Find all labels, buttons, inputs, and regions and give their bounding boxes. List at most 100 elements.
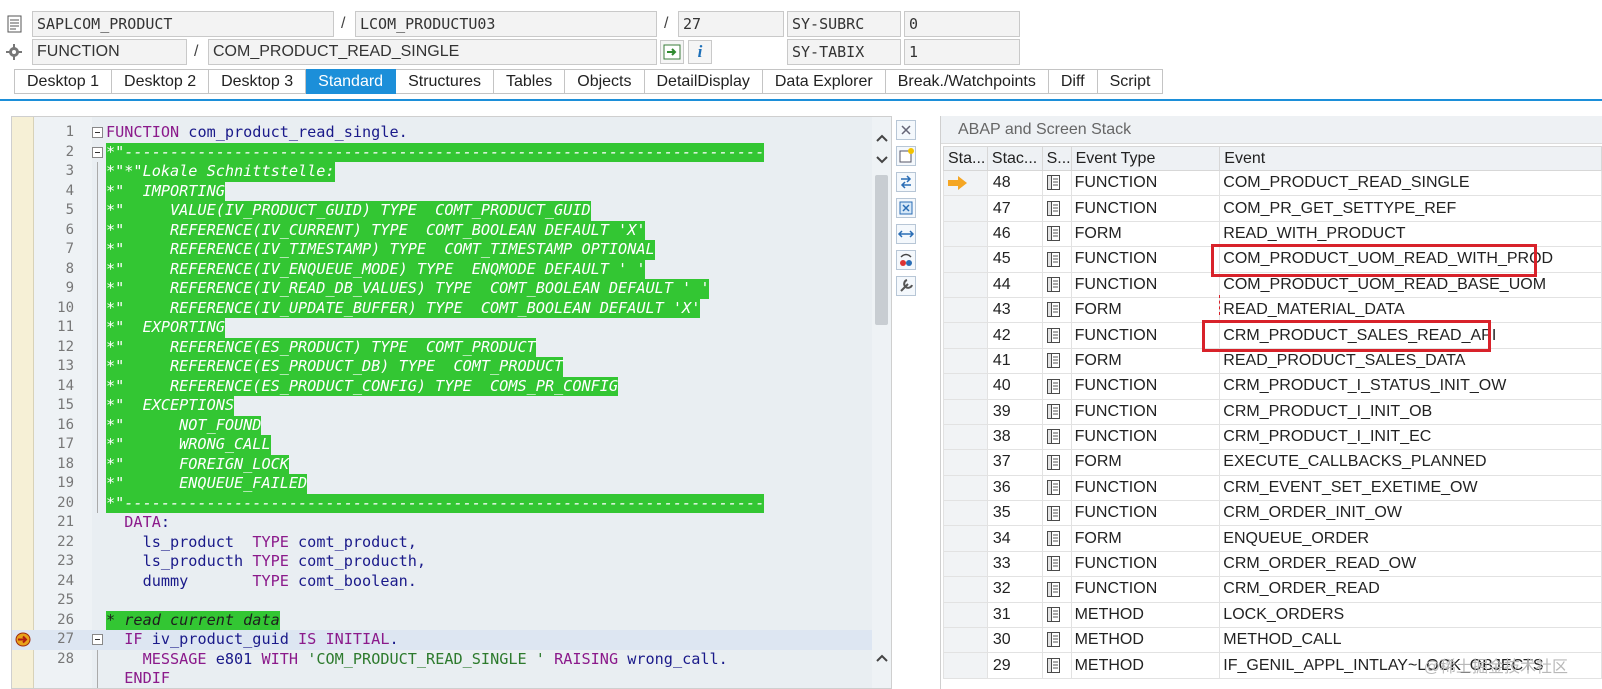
stack-level-cell[interactable]: 38 (986, 423, 1043, 451)
table-row[interactable]: 30 METHOD METHOD_CALL (943, 627, 1602, 654)
event-type-cell[interactable]: FUNCTION (1070, 373, 1221, 400)
table-row[interactable]: 48 FUNCTION COM_PRODUCT_READ_SINGLE (943, 169, 1602, 197)
stack-level-cell[interactable]: 48 (986, 169, 1043, 197)
event-cell[interactable]: METHOD_CALL (1219, 627, 1602, 654)
tab-desktop-1[interactable]: Desktop 1 (14, 69, 113, 94)
source-icon-cell[interactable] (1041, 296, 1072, 324)
event-cell[interactable]: EXECUTE_CALLBACKS_PLANNED (1219, 449, 1602, 476)
code-line[interactable]: 18 *" FOREIGN_LOCK (12, 454, 872, 474)
code-line[interactable]: 6 *" REFERENCE(IV_CURRENT) TYPE COMT_BOOL… (12, 220, 872, 240)
source-icon-cell[interactable] (1041, 246, 1072, 273)
code-line[interactable]: 11 *" EXPORTING (12, 318, 872, 338)
sysvar-value-field[interactable]: 0 (904, 11, 1020, 37)
event-type-cell[interactable]: FUNCTION (1070, 195, 1221, 222)
event-type-cell[interactable]: FUNCTION (1070, 550, 1221, 578)
table-row[interactable]: 37 FORM EXECUTE_CALLBACKS_PLANNED (943, 449, 1602, 476)
table-row[interactable]: 38 FUNCTION CRM_PRODUCT_I_INIT_EC (943, 423, 1602, 451)
stack-level-cell[interactable]: 47 (986, 195, 1043, 222)
event-type-cell[interactable]: FUNCTION (1070, 474, 1221, 502)
event-type-field[interactable]: FUNCTION (32, 39, 187, 65)
display-source-button[interactable] (660, 40, 684, 64)
maximize-tool-button[interactable] (896, 198, 916, 218)
event-cell[interactable]: CRM_PRODUCT_I_INIT_OB (1219, 398, 1602, 425)
source-icon-cell[interactable] (1041, 500, 1072, 527)
source-icon-cell[interactable] (1041, 652, 1072, 679)
code-line[interactable]: 13 *" REFERENCE(ES_PRODUCT_DB) TYPE COMT_… (12, 357, 872, 377)
new-tool-button[interactable] (896, 146, 916, 166)
code-line[interactable]: 15 *" EXCEPTIONS (12, 396, 872, 416)
code-line[interactable]: 22 ls_product TYPE comt_product, (12, 533, 872, 553)
scroll-thumb[interactable] (875, 175, 888, 325)
event-cell[interactable]: COM_PRODUCT_READ_SINGLE (1219, 169, 1602, 197)
stack-level-cell[interactable]: 32 (986, 576, 1043, 603)
code-line[interactable]: 1 FUNCTION com_product_read_single. (12, 123, 872, 143)
event-type-cell[interactable]: FORM (1070, 296, 1221, 324)
event-type-cell[interactable]: FORM (1070, 449, 1221, 476)
table-row[interactable]: 46 FORM READ_WITH_PRODUCT (943, 220, 1602, 248)
stack-level-cell[interactable]: 33 (986, 550, 1043, 578)
tab-standard[interactable]: Standard (306, 69, 397, 94)
event-type-cell[interactable]: FUNCTION (1070, 322, 1221, 349)
column-header[interactable]: Event (1219, 146, 1602, 171)
table-row[interactable]: 31 METHOD LOCK_ORDERS (943, 601, 1602, 629)
event-type-cell[interactable]: FORM (1070, 525, 1221, 552)
event-type-cell[interactable]: METHOD (1070, 601, 1221, 629)
table-row[interactable]: 47 FUNCTION COM_PR_GET_SETTYPE_REF (943, 195, 1602, 222)
code-line[interactable]: 9 *" REFERENCE(IV_READ_DB_VALUES) TYPE CO… (12, 279, 872, 299)
tab-objects[interactable]: Objects (565, 69, 645, 94)
scroll-down-icon[interactable] (874, 153, 890, 167)
event-type-cell[interactable]: FORM (1070, 220, 1221, 248)
code-line[interactable]: 16 *" NOT_FOUND (12, 415, 872, 435)
tab-data-explorer[interactable]: Data Explorer (762, 69, 886, 94)
table-row[interactable]: 32 FUNCTION CRM_ORDER_READ (943, 576, 1602, 603)
source-icon-cell[interactable] (1041, 220, 1072, 248)
event-type-cell[interactable]: FORM (1070, 347, 1221, 375)
event-cell[interactable]: CRM_ORDER_READ_OW (1219, 550, 1602, 578)
tab-structures[interactable]: Structures (396, 69, 494, 94)
code-line[interactable]: 14 *" REFERENCE(ES_PRODUCT_CONFIG) TYPE C… (12, 376, 872, 396)
event-type-cell[interactable]: FUNCTION (1070, 271, 1221, 298)
stack-level-cell[interactable]: 39 (986, 398, 1043, 425)
source-icon-cell[interactable] (1041, 398, 1072, 425)
table-row[interactable]: 39 FUNCTION CRM_PRODUCT_I_INIT_OB (943, 398, 1602, 425)
scroll-up-icon[interactable] (874, 131, 890, 145)
settings-tool-button[interactable] (896, 276, 916, 296)
event-cell[interactable]: READ_WITH_PRODUCT (1219, 220, 1602, 248)
tab-desktop-3[interactable]: Desktop 3 (209, 69, 307, 94)
column-header[interactable]: S... (1041, 146, 1072, 171)
event-type-cell[interactable]: FUNCTION (1070, 423, 1221, 451)
event-cell[interactable]: COM_PR_GET_SETTYPE_REF (1219, 195, 1602, 222)
stack-level-cell[interactable]: 41 (986, 347, 1043, 375)
source-icon-cell[interactable] (1041, 347, 1072, 375)
table-row[interactable]: 35 FUNCTION CRM_ORDER_INIT_OW (943, 500, 1602, 527)
tab-breakpoints[interactable]: Break./Watchpoints (885, 69, 1049, 94)
event-cell[interactable]: CRM_ORDER_INIT_OW (1219, 500, 1602, 527)
event-cell[interactable]: CRM_EVENT_SET_EXETIME_OW (1219, 474, 1602, 502)
collapse-icon[interactable] (92, 634, 103, 645)
tab-tables[interactable]: Tables (494, 69, 566, 94)
code-line[interactable]: 25 (12, 591, 872, 611)
event-type-cell[interactable]: FUNCTION (1070, 576, 1221, 603)
event-cell[interactable]: ENQUEUE_ORDER (1219, 525, 1602, 552)
source-code-editor[interactable]: 1 FUNCTION com_product_read_single. 2 *"--… (11, 116, 892, 689)
table-row[interactable]: 33 FUNCTION CRM_ORDER_READ_OW (943, 550, 1602, 578)
source-icon-cell[interactable] (1041, 169, 1072, 197)
code-line[interactable]: 10 *" REFERENCE(IV_UPDATE_BUFFER) TYPE CO… (12, 298, 872, 318)
source-icon-cell[interactable] (1041, 474, 1072, 502)
table-row[interactable]: 41 FORM READ_PRODUCT_SALES_DATA (943, 347, 1602, 375)
line-number-field[interactable]: 27 (678, 11, 784, 37)
event-cell[interactable]: CRM_PRODUCT_I_STATUS_INIT_OW (1219, 373, 1602, 400)
code-line[interactable]: 7 *" REFERENCE(IV_TIMESTAMP) TYPE COMT_TI… (12, 240, 872, 260)
code-line[interactable]: 23 ls_producth TYPE comt_producth, (12, 552, 872, 572)
event-type-cell[interactable]: METHOD (1070, 652, 1221, 679)
code-line[interactable]: 19 *" ENQUEUE_FAILED (12, 474, 872, 494)
code-line[interactable]: 8 *" REFERENCE(IV_ENQUEUE_MODE) TYPE ENQM… (12, 259, 872, 279)
event-cell[interactable]: READ_PRODUCT_SALES_DATA (1219, 347, 1602, 375)
stack-level-cell[interactable]: 46 (986, 220, 1043, 248)
code-line[interactable]: 4 *" IMPORTING (12, 181, 872, 201)
column-header[interactable]: Sta... (943, 146, 988, 171)
table-row[interactable]: 40 FUNCTION CRM_PRODUCT_I_STATUS_INIT_OW (943, 373, 1602, 400)
close-view-button[interactable] (896, 120, 916, 140)
source-icon-cell[interactable] (1041, 423, 1072, 451)
column-header[interactable]: Stac... (986, 146, 1043, 171)
